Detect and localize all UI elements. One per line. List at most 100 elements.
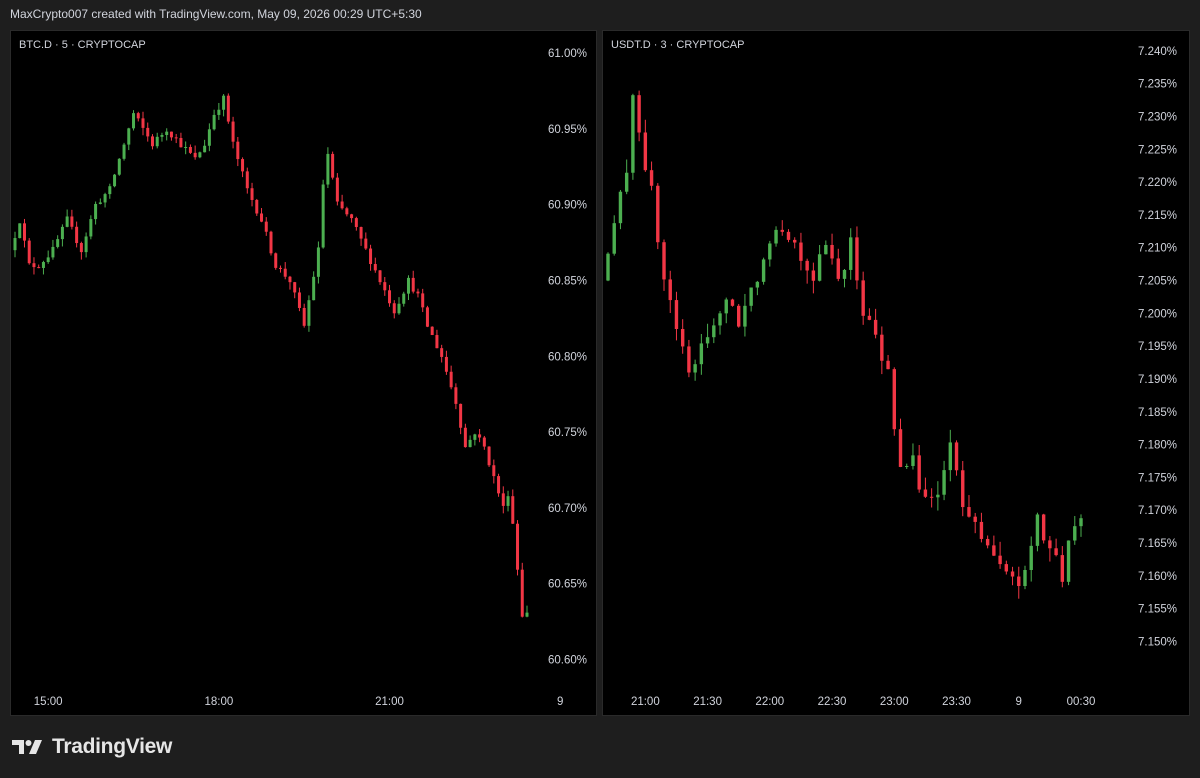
candle-body [1035, 514, 1040, 546]
candle-body [501, 493, 505, 506]
y-tick-label: 7.160% [1138, 571, 1177, 583]
candle-body [321, 184, 325, 248]
candle [79, 241, 83, 260]
candle-body [1066, 540, 1071, 582]
candle-body [768, 243, 772, 260]
candle-body [886, 360, 890, 370]
candle-body [444, 356, 448, 372]
candle-body [307, 300, 311, 326]
usdt-dominance-chart-panel[interactable]: 7.240% 7.235% 7.230% 7.225% 7.220% 7.215% 7.21… [602, 30, 1190, 716]
candle-body [184, 146, 188, 148]
candle-body [954, 442, 959, 471]
candle-body [302, 307, 306, 326]
candle-body [761, 259, 766, 282]
candle [867, 308, 872, 321]
candle-body [811, 270, 816, 281]
candle [954, 440, 959, 476]
candle-body [402, 293, 406, 304]
candle [217, 102, 221, 120]
candle [22, 218, 26, 248]
candle-body [132, 113, 136, 129]
candle [255, 198, 259, 216]
candle [293, 281, 297, 299]
candle [207, 123, 211, 152]
candle [649, 161, 654, 191]
candle-body [855, 237, 859, 281]
x-tick-label: 21:30 [693, 696, 722, 708]
candle [724, 297, 728, 324]
candle [440, 344, 444, 363]
candle [179, 132, 183, 148]
candle [113, 173, 117, 188]
candle-body [743, 305, 747, 327]
candle-body [631, 95, 635, 173]
candle-body [146, 127, 150, 137]
candle [245, 167, 249, 194]
y-tick-label: 60.90% [548, 200, 587, 212]
candle-body [198, 152, 202, 158]
candle [805, 258, 809, 284]
candle [307, 295, 311, 332]
candle-body [217, 109, 221, 115]
candle [842, 268, 847, 288]
candle-body [27, 240, 31, 264]
candle [473, 433, 477, 446]
candle-body [388, 290, 392, 304]
btc-dominance-chart[interactable]: 61.00% 60.95% 60.90% 60.85% 60.80% 60.75% 60.7… [11, 31, 598, 717]
candle-body [188, 146, 192, 153]
candle-body [411, 277, 415, 292]
candle-body [122, 144, 126, 159]
y-tick-label: 7.240% [1138, 46, 1177, 58]
candle-body [506, 496, 510, 506]
candle [463, 423, 467, 448]
usdt-dominance-chart[interactable]: 7.240% 7.235% 7.230% 7.225% 7.220% 7.215% 7.21… [603, 31, 1191, 717]
candle-body [13, 238, 17, 251]
candle [354, 216, 358, 231]
candle-body [736, 305, 741, 327]
candle-body [649, 170, 654, 186]
candle-body [824, 244, 828, 255]
candle [525, 605, 529, 618]
candle-body [89, 219, 93, 237]
candle [861, 271, 865, 325]
candle-body [520, 569, 524, 617]
candle [359, 226, 363, 246]
candle [730, 298, 735, 307]
candle-body [478, 434, 482, 438]
candle [226, 93, 230, 124]
candle [674, 291, 679, 341]
candle-body [245, 171, 249, 189]
candle-body [127, 128, 131, 145]
candle-body [141, 118, 145, 128]
candle [397, 297, 401, 315]
btc-dominance-chart-panel[interactable]: 61.00% 60.95% 60.90% 60.85% 60.80% 60.75% 60.7… [10, 30, 597, 716]
candle [454, 383, 458, 410]
candle-body [892, 369, 896, 430]
chart-header-caption: MaxCrypto007 created with TradingView.co… [10, 7, 422, 21]
candle [482, 435, 486, 450]
candle-body [992, 545, 996, 556]
y-tick-label: 7.220% [1138, 177, 1177, 189]
candle [718, 310, 722, 335]
candle [260, 208, 264, 223]
candle [911, 443, 915, 470]
tradingview-logo-icon [12, 740, 42, 754]
candle-body [222, 95, 226, 110]
candle [383, 277, 387, 296]
candle [917, 444, 921, 493]
candle [37, 264, 41, 269]
candle-body [32, 263, 36, 268]
candle-body [421, 293, 425, 308]
candle-body [525, 612, 529, 617]
candle [350, 213, 354, 223]
candle-body [680, 329, 685, 347]
candle-body [799, 242, 803, 261]
candle [65, 209, 69, 228]
candle [936, 481, 940, 511]
candle-body [255, 199, 259, 214]
candle-body [817, 254, 822, 281]
y-tick-label: 7.215% [1138, 210, 1177, 222]
candle [51, 239, 55, 260]
candle-body [898, 429, 903, 467]
candle [1041, 513, 1046, 544]
